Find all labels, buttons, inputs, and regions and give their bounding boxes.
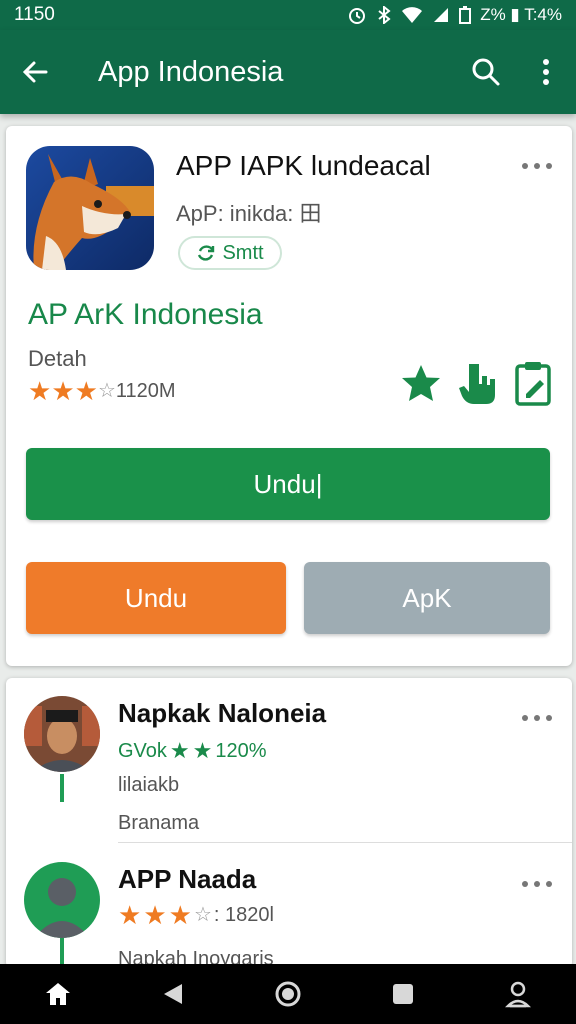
person-placeholder-icon xyxy=(24,862,100,938)
profile-icon xyxy=(505,981,532,1008)
signal-icon xyxy=(432,6,450,24)
battery-icon xyxy=(459,6,472,24)
star-icon: ★ xyxy=(169,738,190,763)
search-icon xyxy=(472,58,500,86)
item-more-button[interactable] xyxy=(522,708,552,728)
meta-value: 120% xyxy=(215,739,267,762)
star-filled-icon: ★ xyxy=(143,900,167,930)
dot xyxy=(534,715,540,721)
list-item-line1: lilaiakb xyxy=(118,774,180,796)
list-item[interactable]: APP Naada ★ ★ ★ ☆ : 1820l Napkah Inoygar… xyxy=(6,844,572,968)
page-title: App Indonesia xyxy=(98,55,284,88)
featured-app-card: APP IAPK lundeacal ApP: inikda: 田 Smtt A… xyxy=(6,126,572,666)
fox-icon xyxy=(26,146,154,270)
more-vertical-icon xyxy=(543,59,549,85)
dot xyxy=(522,881,528,887)
meta-prefix: GVok xyxy=(118,739,167,762)
dot xyxy=(522,163,528,169)
nav-back-button[interactable] xyxy=(143,964,203,1024)
hand-pointer-icon[interactable] xyxy=(458,360,498,406)
status-right-text: Z% ▮ T:4% xyxy=(480,5,562,24)
app-list-card: Napkak Naloneia GVok ★ ★ 120% lilaiakb B… xyxy=(6,678,572,968)
status-bar: 1150 Z% ▮ T:4% xyxy=(0,0,576,30)
dot xyxy=(534,881,540,887)
avatar-connector xyxy=(60,774,64,802)
star-empty-icon: ☆ xyxy=(193,904,212,926)
recents-icon xyxy=(393,984,414,1004)
alarm-icon xyxy=(347,5,367,25)
card-more-button[interactable] xyxy=(522,156,552,176)
action-icons xyxy=(400,360,552,406)
avatar xyxy=(24,696,100,772)
bluetooth-icon xyxy=(376,6,392,24)
list-item-meta: GVok ★ ★ 120% xyxy=(118,738,267,764)
system-nav-bar xyxy=(0,964,576,1024)
apk-button[interactable]: ApK xyxy=(304,562,550,634)
item-more-button[interactable] xyxy=(522,874,552,894)
app-name: APP IAPK lundeacal xyxy=(176,150,431,181)
star-filled-icon: ★ xyxy=(168,900,192,930)
back-button[interactable] xyxy=(0,30,70,114)
rating-count: : 1820l xyxy=(213,903,274,926)
smart-chip[interactable]: Smtt xyxy=(178,236,282,270)
nav-recents-button[interactable] xyxy=(373,964,433,1024)
star-icon: ★ xyxy=(192,738,213,763)
developer-name: Detah xyxy=(28,346,87,371)
divider xyxy=(118,842,572,843)
refresh-icon xyxy=(198,245,215,261)
circle-home-icon xyxy=(275,981,301,1007)
person-photo-icon xyxy=(24,696,100,772)
star-filled-icon: ★ xyxy=(51,376,75,406)
list-item-title: Napkak Naloneia xyxy=(118,698,327,728)
search-button[interactable] xyxy=(456,30,516,114)
star-half-icon: ☆ xyxy=(97,380,116,402)
rating: ★ ★ ★ ☆ 1120M xyxy=(28,378,176,404)
list-item-title: APP Naada xyxy=(118,864,257,894)
list-item-line2: Branama xyxy=(118,812,200,834)
download-button[interactable]: Undu| xyxy=(26,448,550,520)
nav-circle-home-button[interactable] xyxy=(258,964,318,1024)
star-filled-icon: ★ xyxy=(118,900,142,930)
clipboard-edit-icon[interactable] xyxy=(514,360,552,406)
chip-label: Smtt xyxy=(222,241,264,264)
star-icon[interactable] xyxy=(400,363,442,403)
dot xyxy=(522,715,528,721)
app-subtitle: ApP: inikda: 田 xyxy=(176,201,322,226)
star-filled-icon: ★ xyxy=(74,376,98,406)
dot xyxy=(534,163,540,169)
overflow-menu-button[interactable] xyxy=(516,30,576,114)
dot xyxy=(546,163,552,169)
secondary-download-button[interactable]: Undu xyxy=(26,562,286,634)
nav-profile-button[interactable] xyxy=(488,964,548,1024)
avatar xyxy=(24,862,100,938)
back-icon xyxy=(163,984,182,1004)
list-item[interactable]: Napkak Naloneia GVok ★ ★ 120% lilaiakb B… xyxy=(6,678,572,843)
rating-count: 1120M xyxy=(115,379,176,402)
wifi-icon xyxy=(401,6,423,24)
star-filled-icon: ★ xyxy=(28,376,52,406)
nav-home-button[interactable] xyxy=(28,964,88,1024)
dot xyxy=(546,881,552,887)
dot xyxy=(546,715,552,721)
status-icons: Z% ▮ T:4% xyxy=(347,5,562,25)
featured-title: AP ArK Indonesia xyxy=(28,298,263,331)
list-item-rating: ★ ★ ★ ☆ : 1820l xyxy=(118,902,274,928)
app-icon[interactable] xyxy=(26,146,154,270)
status-time: 1150 xyxy=(14,4,55,25)
app-bar: App Indonesia xyxy=(0,30,576,114)
home-icon xyxy=(45,983,70,1005)
arrow-left-icon xyxy=(22,61,48,83)
